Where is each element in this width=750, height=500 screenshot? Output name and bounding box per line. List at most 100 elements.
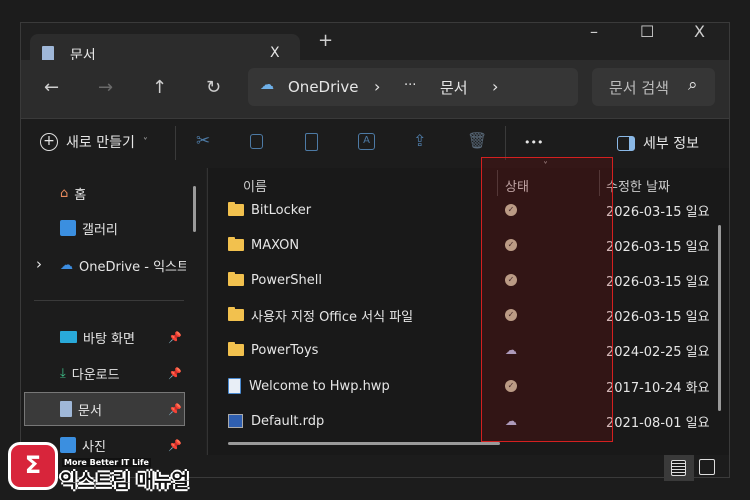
sidebar-item-desktop[interactable]: 바탕 화면 <box>60 325 135 349</box>
breadcrumb-separator[interactable]: › <box>374 77 380 96</box>
file-name: 사용자 지정 Office 서식 파일 <box>251 309 414 325</box>
file-name: PowerToys <box>251 342 319 358</box>
sidebar-item-onedrive[interactable]: ☁ OneDrive - 익스트림 <box>60 253 186 277</box>
file-modified: 2026-03-15 일요 <box>606 274 710 290</box>
file-row[interactable]: Welcome to Hwp.hwp ✓ 2017-10-24 화요 <box>228 371 718 401</box>
more-options-button[interactable]: ••• <box>524 136 543 149</box>
breadcrumb-documents[interactable]: 문서 <box>440 77 468 98</box>
sidebar-item-downloads[interactable]: ⤓ 다운로드 <box>60 361 120 385</box>
address-bar[interactable]: ☁ OneDrive › ··· 문서 › <box>248 68 578 106</box>
sidebar-item-label: OneDrive - 익스트림 <box>79 259 186 275</box>
vertical-scrollbar[interactable] <box>718 225 721 411</box>
folder-icon <box>228 202 244 216</box>
file-modified: 2026-03-15 일요 <box>606 239 710 255</box>
details-pane-icon <box>617 135 635 151</box>
plus-circle-icon: + <box>40 133 58 151</box>
document-icon <box>60 401 72 417</box>
highlight-box <box>481 157 613 442</box>
download-icon: ⤓ <box>60 365 66 381</box>
pin-icon[interactable]: 📌 <box>168 331 182 344</box>
sidebar-item-label: 사진 <box>82 439 106 455</box>
search-icon[interactable]: ⌕ <box>688 75 698 95</box>
tiles-view-button[interactable] <box>699 459 715 475</box>
folder-icon <box>228 237 244 251</box>
sidebar-item-pictures[interactable]: 사진 <box>60 433 106 457</box>
back-button[interactable]: ← <box>44 77 59 98</box>
sidebar-item-documents[interactable]: 문서 <box>60 397 102 421</box>
cut-icon[interactable]: ✂ <box>196 131 210 151</box>
refresh-button[interactable]: ↻ <box>206 77 221 98</box>
file-name: Welcome to Hwp.hwp <box>249 378 390 394</box>
breadcrumb-separator[interactable]: › <box>492 77 498 96</box>
file-modified: 2026-03-15 일요 <box>606 204 710 220</box>
watermark-logo: Σ <box>8 442 58 490</box>
sidebar-item-label: 문서 <box>78 403 102 419</box>
onedrive-cloud-icon: ☁ <box>260 77 274 93</box>
file-row[interactable]: BitLocker ✓ 2026-03-15 일요 <box>228 195 718 225</box>
folder-icon <box>228 272 244 286</box>
share-icon[interactable]: ⇪ <box>413 131 426 150</box>
sidebar-item-selected-highlight <box>24 392 185 426</box>
file-row[interactable]: PowerToys ☁ 2024-02-25 일요 <box>228 335 718 365</box>
forward-button[interactable]: → <box>98 77 113 98</box>
sidebar-item-label: 홈 <box>74 187 87 203</box>
gallery-icon <box>60 220 76 236</box>
file-row[interactable]: MAXON ✓ 2026-03-15 일요 <box>228 230 718 260</box>
search-input[interactable]: 문서 검색 <box>609 77 679 98</box>
sidebar-scrollbar[interactable] <box>193 186 196 232</box>
file-name: BitLocker <box>251 202 312 218</box>
folder-icon <box>228 307 244 321</box>
folder-icon <box>228 342 244 356</box>
file-name: Default.rdp <box>251 413 325 429</box>
list-view-icon <box>671 460 686 476</box>
hwp-file-icon <box>228 378 241 394</box>
file-modified: 2024-02-25 일요 <box>606 344 710 360</box>
breadcrumb-overflow[interactable]: ··· <box>404 78 416 93</box>
new-tab-button[interactable]: + <box>318 30 333 51</box>
sidebar-item-label: 갤러리 <box>82 222 118 238</box>
details-view-button[interactable] <box>664 455 694 481</box>
new-button[interactable]: + 새로 만들기 ˅ <box>40 132 148 152</box>
sidebar-item-label: 바탕 화면 <box>83 331 135 347</box>
divider <box>175 126 176 160</box>
divider <box>34 300 184 301</box>
rename-icon[interactable]: A <box>358 133 375 150</box>
minimize-button[interactable]: – <box>590 22 598 41</box>
up-button[interactable]: ↑ <box>152 77 167 98</box>
file-modified: 2021-08-01 일요 <box>606 415 710 431</box>
file-modified: 2017-10-24 화요 <box>606 380 710 396</box>
delete-icon[interactable]: 🗑 <box>467 131 487 150</box>
pin-icon[interactable]: 📌 <box>168 403 182 416</box>
sidebar-item-label: 다운로드 <box>71 367 120 383</box>
column-header-modified[interactable]: 수정한 날짜 <box>606 176 670 195</box>
watermark-brand: 익스트림 매뉴얼 <box>60 470 189 492</box>
file-row[interactable]: PowerShell ✓ 2026-03-15 일요 <box>228 265 718 295</box>
tab-close-button[interactable]: X <box>270 45 280 61</box>
close-button[interactable]: X <box>694 22 705 41</box>
breadcrumb-onedrive[interactable]: OneDrive <box>288 78 359 96</box>
new-label: 새로 만들기 <box>66 135 135 151</box>
horizontal-scrollbar[interactable] <box>228 442 500 445</box>
file-name: PowerShell <box>251 272 323 288</box>
pin-icon[interactable]: 📌 <box>168 439 182 452</box>
file-name: MAXON <box>251 237 300 253</box>
pin-icon[interactable]: 📌 <box>168 367 182 380</box>
sidebar-item-gallery[interactable]: 갤러리 <box>60 216 118 240</box>
paste-icon[interactable] <box>305 133 318 151</box>
expand-chevron-icon[interactable]: › <box>36 255 42 273</box>
details-label: 세부 정보 <box>643 136 699 152</box>
desktop-icon <box>60 331 77 343</box>
sidebar-item-home[interactable]: ⌂ 홈 <box>60 181 86 205</box>
file-modified: 2026-03-15 일요 <box>606 309 710 325</box>
column-header-name[interactable]: 이름 <box>243 176 267 195</box>
pictures-icon <box>60 437 76 453</box>
search-box[interactable]: 문서 검색 ⌕ <box>592 68 715 106</box>
cloud-icon: ☁ <box>60 257 73 273</box>
maximize-button[interactable]: ☐ <box>640 22 654 41</box>
divider <box>505 126 506 160</box>
rdp-file-icon <box>228 414 243 428</box>
file-row[interactable]: Default.rdp ☁ 2021-08-01 일요 <box>228 406 718 436</box>
copy-icon[interactable] <box>250 134 263 149</box>
details-pane-button[interactable]: 세부 정보 <box>617 133 699 153</box>
file-row[interactable]: 사용자 지정 Office 서식 파일 ✓ 2026-03-15 일요 <box>228 300 718 330</box>
